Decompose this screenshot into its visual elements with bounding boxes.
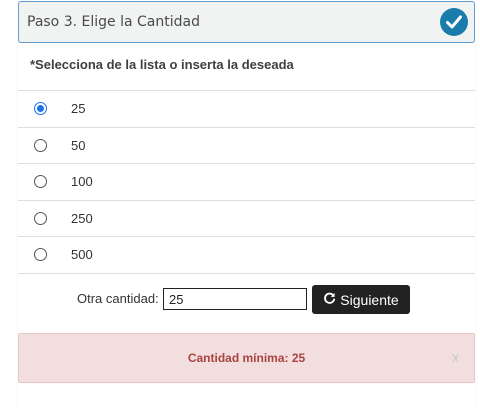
radio-25[interactable] [34, 102, 47, 116]
option-label: 25 [71, 101, 86, 117]
radio-100[interactable] [34, 175, 47, 189]
radio-50[interactable] [34, 138, 47, 152]
alert-message: Cantidad mínima: 25 [187, 351, 306, 365]
quantity-option-25[interactable]: 25 [18, 90, 475, 127]
radio-250[interactable] [34, 211, 47, 225]
option-label: 100 [71, 174, 93, 190]
quantity-options-list: 25 50 100 250 500 [18, 90, 475, 273]
option-label: 50 [71, 137, 86, 153]
next-button[interactable]: Siguiente [312, 285, 410, 314]
quantity-option-50[interactable]: 50 [18, 126, 475, 164]
custom-quantity-input[interactable] [163, 288, 307, 310]
next-button-label: Siguiente [340, 291, 399, 308]
check-circle-icon [440, 8, 468, 36]
instruction-text: *Selecciona de la lista o inserta la des… [30, 57, 294, 72]
quantity-option-500[interactable]: 500 [18, 236, 475, 273]
custom-quantity-label: Otra cantidad: [77, 291, 159, 306]
quantity-option-100[interactable]: 100 [18, 163, 475, 200]
refresh-icon [323, 292, 336, 308]
quantity-option-250[interactable]: 250 [18, 199, 475, 237]
step-header[interactable]: Paso 3. Elige la Cantidad [18, 1, 475, 43]
option-label: 500 [71, 247, 93, 263]
custom-quantity-row: Otra cantidad: Siguiente [18, 273, 475, 314]
option-label: 250 [71, 210, 93, 226]
radio-500[interactable] [34, 248, 47, 262]
step-title: Paso 3. Elige la Cantidad [27, 14, 200, 30]
minimum-quantity-alert: Cantidad mínima: 25 x [18, 333, 475, 383]
alert-close-button[interactable]: x [452, 349, 459, 365]
